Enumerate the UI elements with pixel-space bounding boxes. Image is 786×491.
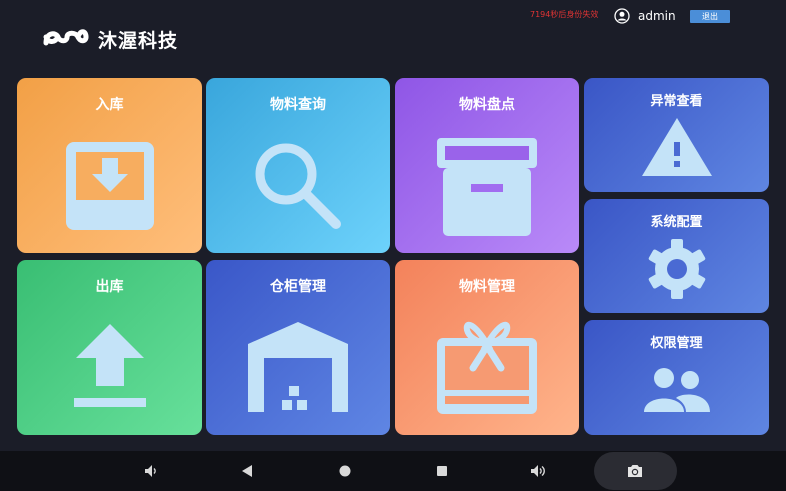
tile-stocktake[interactable]: 物料盘点 (395, 78, 579, 253)
tile-outbound[interactable]: 出库 (17, 260, 202, 435)
warehouse-icon (206, 320, 390, 414)
gear-icon (584, 237, 769, 301)
session-timeout-text: 7194秒后身份失效 (530, 10, 599, 19)
home-icon[interactable] (336, 462, 354, 480)
tile-system-settings[interactable]: 系统配置 (584, 199, 769, 313)
tile-settings-label: 系统配置 (650, 215, 703, 230)
back-icon[interactable] (238, 462, 256, 480)
volume-up-icon[interactable] (529, 462, 547, 480)
camera-icon[interactable] (626, 462, 644, 480)
inbox-download-icon (17, 140, 202, 232)
tile-query-label: 物料查询 (270, 97, 326, 113)
brand-logo: 沐渥科技 (40, 24, 178, 54)
tile-inbound-label: 入库 (95, 97, 124, 113)
brand-name: 沐渥科技 (98, 29, 179, 52)
warning-icon (584, 116, 769, 178)
gift-box-icon (395, 316, 579, 416)
tile-permission-label: 权限管理 (650, 336, 703, 351)
tile-material-query[interactable]: 物料查询 (206, 78, 390, 253)
tile-exception-view[interactable]: 异常查看 (584, 78, 769, 192)
search-icon (206, 138, 390, 234)
archive-box-icon (395, 136, 579, 238)
main-screen: 沐渥科技 7194秒后身份失效 admin 退出 入库 物料查询 物料盘点 出库… (0, 0, 786, 491)
tile-inbound[interactable]: 入库 (17, 78, 202, 253)
tile-material-management[interactable]: 物料管理 (395, 260, 579, 435)
volume-down-icon[interactable] (142, 462, 160, 480)
tile-cabinet-label: 仓柜管理 (270, 279, 326, 295)
user-icon (614, 8, 630, 28)
username: admin (638, 9, 676, 23)
tile-stocktake-label: 物料盘点 (459, 97, 515, 113)
users-icon (584, 364, 769, 416)
recents-icon[interactable] (433, 462, 451, 480)
tile-exception-label: 异常查看 (650, 94, 703, 109)
tile-outbound-label: 出库 (95, 279, 124, 295)
wave-logo-icon (40, 24, 90, 54)
logout-button[interactable]: 退出 (690, 10, 730, 23)
tile-material-label: 物料管理 (459, 279, 515, 295)
upload-icon (17, 322, 202, 410)
tile-cabinet-management[interactable]: 仓柜管理 (206, 260, 390, 435)
tile-permission-management[interactable]: 权限管理 (584, 320, 769, 435)
